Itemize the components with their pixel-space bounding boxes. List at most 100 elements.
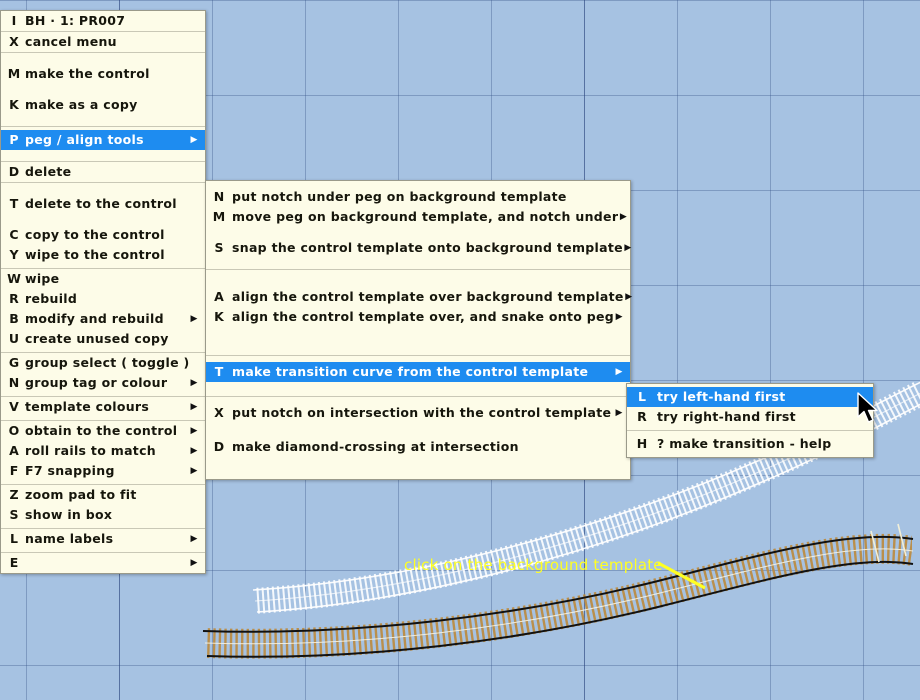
menu-label: modify and rebuild — [25, 311, 164, 326]
menu-item-zoom-pad-to-fit[interactable]: Z zoom pad to fit — [1, 485, 205, 505]
context-menu-root[interactable]: I BH · 1: PR007 X cancel menu M make the… — [0, 10, 206, 574]
mouse-cursor — [857, 392, 878, 423]
menu-spacer — [206, 457, 630, 468]
menu-item-try-right-hand-first[interactable]: R try right-hand first — [627, 407, 873, 427]
menu-item-show-in-box[interactable]: S show in box — [1, 505, 205, 525]
menu-item-wipe-to-the-control[interactable]: Y wipe to the control — [1, 245, 205, 265]
menu-title-label: BH · 1: PR007 — [25, 13, 126, 28]
menu-key: K — [9, 97, 19, 112]
menu-label: F7 snapping — [25, 463, 115, 478]
chevron-right-icon: ▶ — [624, 243, 632, 253]
menu-item-make-transition-curve[interactable]: T make transition curve from the control… — [206, 362, 630, 382]
menu-label: try left-hand first — [657, 389, 786, 404]
menu-spacer — [206, 227, 630, 238]
menu-item-make-the-control[interactable]: M make the control — [1, 64, 205, 84]
chevron-right-icon: ▶ — [615, 408, 623, 418]
menu-key: W — [7, 271, 21, 286]
menu-spacer — [1, 84, 205, 95]
menu-item-group-select-toggle[interactable]: G group select ( toggle ) — [1, 353, 205, 373]
menu-item-align-control-over-and-snake[interactable]: K align the control template over, and s… — [206, 307, 630, 327]
menu-key: U — [8, 331, 20, 346]
menu-item-modify-and-rebuild[interactable]: B modify and rebuild ▶ — [1, 309, 205, 329]
menu-key: D — [8, 164, 20, 179]
chevron-right-icon: ▶ — [190, 314, 198, 324]
menu-label: group tag or colour — [25, 375, 168, 390]
menu-item-create-unused-copy[interactable]: U create unused copy — [1, 329, 205, 349]
menu-key: Y — [9, 247, 19, 262]
menu-label: peg / align tools — [25, 132, 144, 147]
annotation-label: click on the background template — [404, 556, 663, 574]
menu-key: K — [214, 309, 224, 324]
menu-key: C — [9, 227, 19, 242]
menu-key: X — [9, 34, 19, 49]
menu-item-rebuild[interactable]: R rebuild — [1, 289, 205, 309]
menu-item-make-diamond-crossing[interactable]: D make diamond-crossing at intersection — [206, 437, 630, 457]
menu-item-peg-align-tools[interactable]: P peg / align tools ▶ — [1, 130, 205, 150]
menu-item-group-tag-or-colour[interactable]: N group tag or colour ▶ — [1, 373, 205, 393]
menu-item-align-control-over-background[interactable]: A align the control template over backgr… — [206, 287, 632, 307]
menu-item-delete[interactable]: D delete — [1, 162, 205, 182]
menu-key: R — [637, 409, 647, 424]
menu-item-f7-snapping[interactable]: F F7 snapping ▶ — [1, 461, 205, 481]
menu-item-move-peg-on-background-template[interactable]: M move peg on background template, and n… — [206, 207, 630, 227]
menu-spacer — [1, 115, 205, 126]
menu-key: R — [9, 291, 19, 306]
menu-label: roll rails to match — [25, 443, 156, 458]
menu-key: B — [9, 311, 19, 326]
menu-item-snap-control-onto-background[interactable]: S snap the control template onto backgro… — [206, 238, 632, 258]
menu-key: P — [9, 132, 19, 147]
menu-key: D — [213, 439, 225, 454]
menu-label: put notch on intersection with the contr… — [232, 405, 612, 420]
menu-key: V — [9, 399, 19, 414]
menu-item-put-notch-on-intersection[interactable]: X put notch on intersection with the con… — [206, 403, 630, 423]
menu-item-name-labels[interactable]: L name labels ▶ — [1, 529, 205, 549]
menu-spacer — [206, 468, 630, 479]
menu-item-cancel-menu[interactable]: X cancel menu — [1, 32, 205, 52]
menu-key: H — [636, 436, 648, 451]
menu-label: wipe — [25, 271, 60, 286]
menu-item-truncated-bottom[interactable]: E ▶ — [1, 553, 205, 573]
menu-key: L — [638, 389, 646, 404]
menu-label: snap the control template onto backgroun… — [232, 240, 623, 255]
menu-label: show in box — [25, 507, 113, 522]
menu-key: T — [214, 364, 224, 379]
menu-spacer — [206, 327, 630, 338]
menu-key: N — [213, 189, 225, 204]
menu-key: S — [214, 240, 224, 255]
menu-item-try-left-hand-first[interactable]: L try left-hand first — [627, 387, 873, 407]
menu-item-make-transition-help[interactable]: H ? make transition - help — [627, 434, 873, 454]
chevron-right-icon: ▶ — [615, 312, 623, 322]
menu-item-delete-to-the-control[interactable]: T delete to the control — [1, 194, 205, 214]
menu-spacer — [206, 270, 630, 281]
menu-item-roll-rails-to-match[interactable]: A roll rails to match ▶ — [1, 441, 205, 461]
menu-key: N — [8, 375, 20, 390]
chevron-right-icon: ▶ — [190, 426, 198, 436]
menu-item-copy-to-the-control[interactable]: C copy to the control — [1, 225, 205, 245]
menu-key: A — [214, 289, 224, 304]
submenu-peg-align-tools[interactable]: N put notch under peg on background temp… — [205, 180, 632, 480]
menu-label: delete to the control — [25, 196, 177, 211]
menu-label: template colours — [25, 399, 150, 414]
menu-key: A — [9, 443, 19, 458]
chevron-right-icon: ▶ — [190, 446, 198, 456]
menu-key: Z — [9, 487, 19, 502]
menu-key: X — [214, 405, 224, 420]
chevron-right-icon: ▶ — [190, 378, 198, 388]
menu-title-item: I BH · 1: PR007 — [1, 11, 205, 31]
menu-item-obtain-to-the-control[interactable]: O obtain to the control ▶ — [1, 421, 205, 441]
menu-item-make-as-a-copy[interactable]: K make as a copy — [1, 95, 205, 115]
menu-spacer — [206, 338, 630, 349]
menu-label: create unused copy — [25, 331, 169, 346]
menu-label: make the control — [25, 66, 150, 81]
menu-label: zoom pad to fit — [25, 487, 137, 502]
menu-label: ? make transition - help — [657, 436, 832, 451]
menu-key: T — [9, 196, 19, 211]
menu-item-wipe[interactable]: W wipe — [1, 269, 205, 289]
menu-item-template-colours[interactable]: V template colours ▶ — [1, 397, 205, 417]
submenu-make-transition[interactable]: L try left-hand first R try right-hand f… — [626, 383, 874, 458]
menu-label: align the control template over, and sna… — [232, 309, 615, 324]
menu-label: delete — [25, 164, 72, 179]
menu-item-put-notch-under-peg[interactable]: N put notch under peg on background temp… — [206, 187, 630, 207]
menu-spacer — [1, 214, 205, 225]
menu-label: wipe to the control — [25, 247, 165, 262]
